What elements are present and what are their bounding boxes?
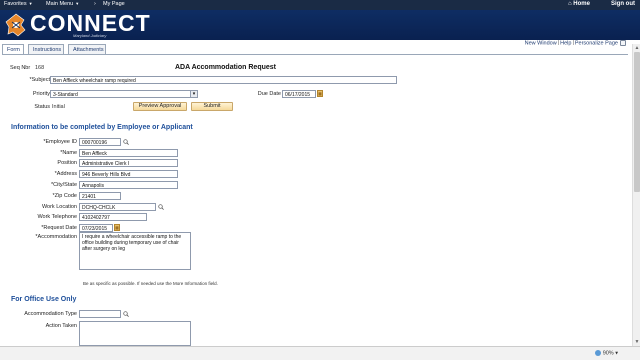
app-banner: CONNECT Maryland Judiciary [0,10,640,40]
help-link[interactable]: Help [560,40,571,46]
action-taken-textarea[interactable] [79,321,191,346]
page-help-icon[interactable] [620,40,626,46]
chevron-down-icon: ▾ [190,91,197,97]
status-value: Initial [52,104,65,110]
accommodation-hint: Be as specific as possible. If needed us… [83,281,218,286]
scroll-thumb[interactable] [634,52,640,192]
search-icon[interactable] [123,311,129,317]
zip-code-label: *Zip Code [52,193,77,199]
work-telephone-input[interactable]: 4102402797 [79,213,147,221]
calendar-icon[interactable]: ▦ [114,224,120,231]
browser-status-bar: 90% ▾ [0,346,640,360]
work-telephone-label: Work Telephone [37,214,77,220]
main-menu-label: Main Menu [46,1,74,7]
calendar-icon[interactable]: ▦ [317,90,323,97]
accommodation-label: *Accommodation [35,234,77,240]
zoom-control[interactable]: 90% ▾ [594,350,618,357]
city-state-label: *City/State [51,182,77,188]
new-window-link[interactable]: New Window [525,40,557,46]
nav-separator: › [94,1,96,7]
scroll-down-icon[interactable]: ▼ [633,338,640,346]
due-date-input[interactable]: 06/17/2015 [282,90,316,98]
home-icon: ⌂ [568,1,572,7]
search-icon[interactable] [123,139,129,145]
employee-id-label: *Employee ID [43,139,77,145]
employee-section-heading: Information to be completed by Employee … [11,124,193,131]
priority-select[interactable]: 3-Standard ▾ [50,90,198,98]
work-location-label: Work Location [41,204,77,210]
priority-label: Priority [32,91,50,97]
accommodation-type-label: Accommodation Type [24,311,77,317]
search-icon[interactable] [158,204,164,210]
scroll-up-icon[interactable]: ▲ [633,44,640,52]
personalize-page-link[interactable]: Personalize Page [575,40,618,46]
seq-nbr-label: Seq Nbr [10,65,31,71]
subject-input[interactable]: Ben Affleck wheelchair ramp required [50,76,397,84]
chevron-down-icon: ▾ [615,350,618,357]
name-input[interactable]: Ben Affleck [79,149,178,157]
maryland-logo-icon [5,13,26,37]
city-state-input[interactable]: Annapolis [79,181,178,189]
seq-nbr-value: 168 [35,65,45,71]
address-label: *Address [54,171,77,177]
submit-button[interactable]: Submit [191,102,233,111]
page-links: New Window|Help|Personalize Page [525,40,626,46]
action-taken-label: Action Taken [45,323,77,329]
sign-out-link[interactable]: Sign out [611,1,635,7]
home-link[interactable]: ⌂ Home [568,1,590,7]
favorites-menu[interactable]: Favorites ▼ [4,1,33,7]
zip-code-input[interactable]: 21401 [79,192,121,200]
work-location-input[interactable]: DCHQ-CHCLK [79,203,156,211]
subject-label: *Subject [29,77,51,83]
preview-approval-button[interactable]: Preview Approval [133,102,187,111]
position-label: Position [57,160,77,166]
name-label: *Name [60,150,77,156]
tab-instructions[interactable]: Instructions [28,44,64,54]
chevron-down-icon: ▼ [28,1,33,6]
home-label: Home [573,1,590,7]
my-page-link[interactable]: My Page [103,1,125,7]
office-section-heading: For Office Use Only [11,296,77,303]
favorites-label: Favorites [4,1,27,7]
page-title: ADA Accommodation Request [175,64,276,71]
page-scrollbar[interactable]: ▲ ▼ [632,44,640,346]
request-date-label: *Request Date [41,225,77,231]
tab-divider [2,54,628,55]
brand-subtitle: Maryland Judiciary [73,33,107,38]
chevron-down-icon: ▼ [75,1,80,6]
tab-form[interactable]: Form [2,44,24,54]
employee-id-input[interactable]: 000700196 [79,138,121,146]
address-input[interactable]: 946 Beverly Hills Blvd [79,170,178,178]
tab-attachments[interactable]: Attachments [68,44,106,54]
status-label: Status [34,104,50,110]
accommodation-type-input[interactable] [79,310,121,318]
priority-select-value: 3-Standard [53,92,78,98]
top-nav-bar: Favorites ▼ Main Menu ▼ › My Page ⌂ Home S… [0,0,640,10]
accommodation-textarea[interactable]: I require a wheelchair accessible ramp t… [79,232,191,270]
due-date-label: Due Date [257,91,281,97]
zoom-level: 90% [602,350,614,357]
globe-icon [594,350,601,356]
main-menu[interactable]: Main Menu ▼ [46,1,79,7]
request-date-input[interactable]: 07/23/2015 [79,224,113,232]
position-input[interactable]: Administrative Clerk I [79,159,178,167]
